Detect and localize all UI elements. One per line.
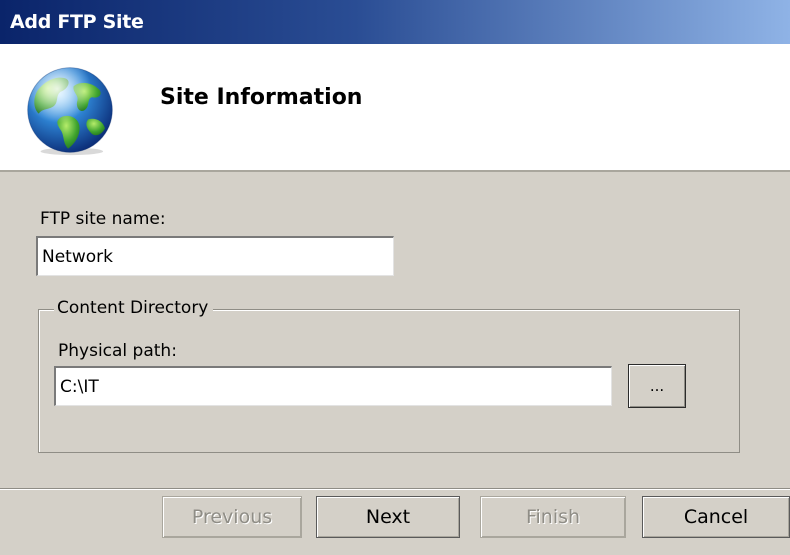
ftp-site-name-label: FTP site name: <box>40 209 166 229</box>
content-directory-label: Content Directory <box>54 297 214 319</box>
page-title: Site Information <box>160 85 363 110</box>
cancel-button[interactable]: Cancel <box>642 496 790 538</box>
globe-icon <box>27 67 113 156</box>
finish-button[interactable]: Finish <box>480 496 626 538</box>
window-title: Add FTP Site <box>10 11 144 33</box>
next-button[interactable]: Next <box>316 496 460 538</box>
footer-separator <box>0 488 790 490</box>
add-ftp-site-dialog: Add FTP Site Site Information FTP site n… <box>0 0 790 555</box>
browse-button[interactable]: ... <box>628 364 686 408</box>
wizard-header: Site Information <box>0 44 790 172</box>
previous-button[interactable]: Previous <box>162 496 302 538</box>
physical-path-input[interactable] <box>54 366 612 406</box>
ftp-site-name-input[interactable] <box>36 236 394 276</box>
title-bar[interactable]: Add FTP Site <box>0 0 790 44</box>
physical-path-label: Physical path: <box>58 341 177 361</box>
